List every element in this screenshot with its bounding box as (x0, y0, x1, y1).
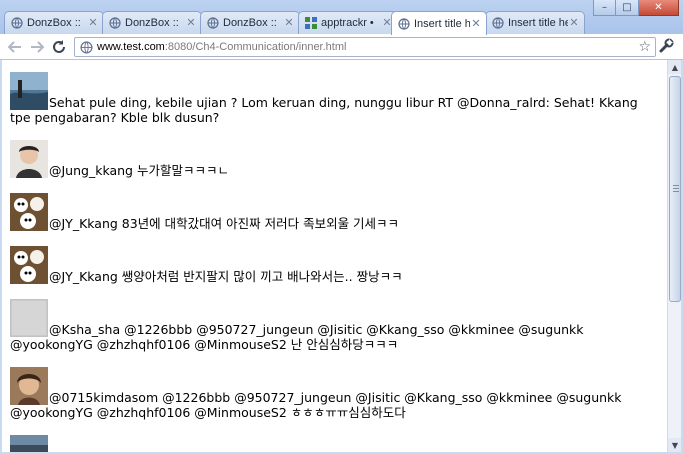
tab-title: apptrackr • (321, 17, 374, 29)
feed-item: @Jung_kkang 누가할말ㅋㅋㅋㄴ (10, 140, 667, 178)
avatar[interactable] (10, 193, 48, 231)
tweet-text: Sehat pule ding, kebile ujian ? Lom keru… (10, 95, 638, 125)
tweet-text: @JY_Kkang 83년에 대학갔대여 아진짜 저러다 족보외울 기세ㅋㅋ (49, 216, 400, 231)
maximize-button[interactable]: □ (616, 0, 639, 16)
globe-icon (109, 17, 121, 29)
tab-close-icon[interactable]: ✕ (283, 17, 295, 29)
globe-icon (492, 17, 504, 29)
close-window-button[interactable]: ✕ (639, 0, 679, 16)
title-bar: DonzBox :: ✕ DonzBox :: ✕ DonzBox :: ✕ a… (0, 0, 683, 35)
avatar[interactable] (10, 140, 48, 178)
tab-strip: DonzBox :: ✕ DonzBox :: ✕ DonzBox :: ✕ a… (4, 11, 594, 35)
avatar[interactable] (10, 72, 48, 110)
tab-donzbox-3[interactable]: DonzBox :: ✕ (200, 11, 300, 34)
tab-title: Insert title he (508, 17, 568, 29)
url-host: www.test.com (97, 41, 165, 53)
tab-insert-title-active[interactable]: Insert title he ✕ (391, 11, 487, 35)
tweet-text: @Ksha_sha @1226bbb @950727_jungeun @Jisi… (10, 322, 584, 352)
tab-close-icon[interactable]: ✕ (568, 17, 580, 29)
tab-title: DonzBox :: (27, 17, 81, 29)
tab-donzbox-2[interactable]: DonzBox :: ✕ (102, 11, 202, 34)
grip-icon (673, 185, 679, 193)
feed-item: @Ksha_sha @1226bbb @950727_jungeun @Jisi… (10, 299, 667, 352)
tab-insert-title[interactable]: Insert title he ✕ (485, 11, 585, 34)
tab-donzbox-1[interactable]: DonzBox :: ✕ (4, 11, 104, 34)
minimize-button[interactable]: – (593, 0, 616, 16)
url-path: :8080/Ch4-Communication/inner.html (164, 41, 347, 53)
tab-close-icon[interactable]: ✕ (87, 17, 99, 29)
apptrackr-icon (305, 17, 317, 29)
feed-item (10, 435, 667, 452)
globe-icon (398, 17, 410, 30)
feed-item: Sehat pule ding, kebile ujian ? Lom keru… (10, 72, 667, 125)
tweet-feed: Sehat pule ding, kebile ujian ? Lom keru… (2, 60, 667, 452)
page-globe-icon (79, 40, 93, 54)
window-controls: – □ ✕ (593, 0, 679, 16)
page-viewport: Sehat pule ding, kebile ujian ? Lom keru… (2, 60, 667, 452)
wrench-icon[interactable] (657, 37, 675, 55)
feed-item: @JY_Kkang 쌩양아처럼 반지팔지 많이 끼고 배나와서는.. 짱낭ㅋㅋ (10, 246, 667, 284)
reload-icon[interactable] (48, 37, 70, 57)
tab-apptrackr[interactable]: apptrackr • ✕ (298, 11, 398, 34)
address-bar[interactable]: www.test.com:8080/Ch4-Communication/inne… (74, 37, 656, 57)
feed-item: @JY_Kkang 83년에 대학갔대여 아진짜 저러다 족보외울 기세ㅋㅋ (10, 193, 667, 231)
feed-item: @0715kimdasom @1226bbb @950727_jungeun @… (10, 367, 667, 420)
url-text: www.test.com:8080/Ch4-Communication/inne… (97, 41, 346, 53)
vertical-scrollbar[interactable]: ▲ ▼ (667, 60, 682, 452)
tweet-text: @0715kimdasom @1226bbb @950727_jungeun @… (10, 390, 622, 420)
tab-close-icon[interactable]: ✕ (470, 17, 482, 30)
tweet-text: @Jung_kkang 누가할말ㅋㅋㅋㄴ (49, 163, 229, 178)
tweet-text: @JY_Kkang 쌩양아처럼 반지팔지 많이 끼고 배나와서는.. 짱낭ㅋㅋ (49, 269, 403, 284)
scroll-up-icon[interactable]: ▲ (668, 60, 682, 74)
browser-toolbar: www.test.com:8080/Ch4-Communication/inne… (0, 34, 683, 60)
back-arrow-icon[interactable] (4, 37, 26, 57)
forward-arrow-icon[interactable] (26, 37, 48, 57)
tab-title: DonzBox :: (223, 17, 277, 29)
globe-icon (207, 17, 219, 29)
tab-close-icon[interactable]: ✕ (185, 17, 197, 29)
avatar[interactable] (10, 435, 48, 452)
bookmark-star-icon[interactable]: ☆ (638, 39, 651, 55)
tab-title: Insert title he (414, 17, 470, 30)
tab-title: DonzBox :: (125, 17, 179, 29)
avatar[interactable] (10, 246, 48, 284)
scroll-down-icon[interactable]: ▼ (668, 438, 682, 452)
avatar[interactable] (10, 367, 48, 405)
globe-icon (11, 17, 23, 29)
scrollbar-thumb[interactable] (669, 76, 681, 302)
avatar[interactable] (10, 299, 48, 337)
